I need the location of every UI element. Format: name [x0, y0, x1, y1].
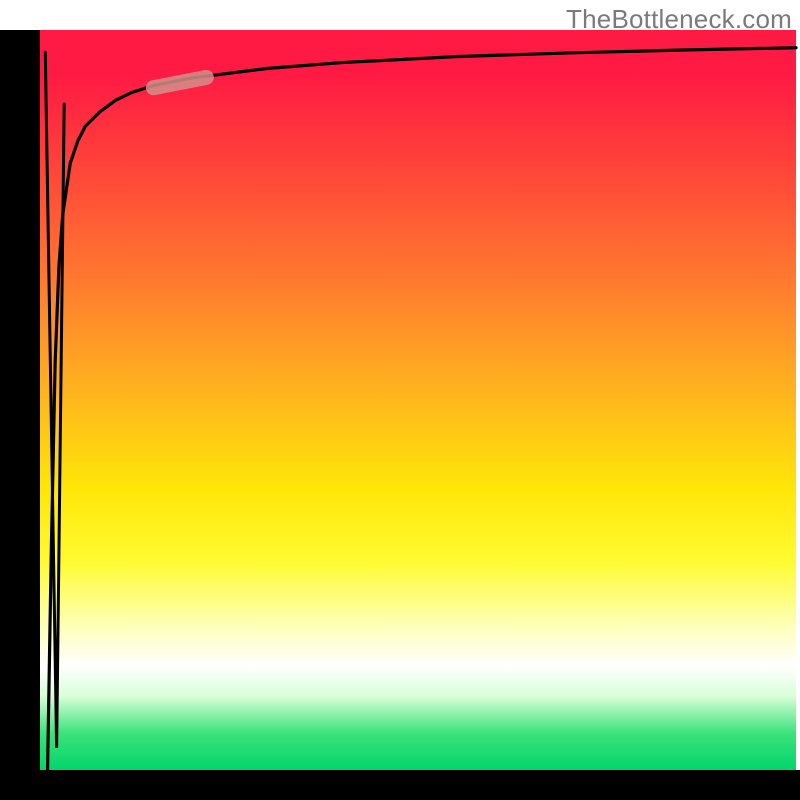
watermark-text: TheBottleneck.com	[566, 4, 792, 35]
chart-stage: TheBottleneck.com	[0, 0, 800, 800]
main-curve	[48, 48, 796, 770]
curve-layer	[40, 30, 796, 770]
x-axis	[0, 770, 800, 800]
highlight-segment	[153, 77, 206, 87]
y-axis	[0, 30, 40, 770]
